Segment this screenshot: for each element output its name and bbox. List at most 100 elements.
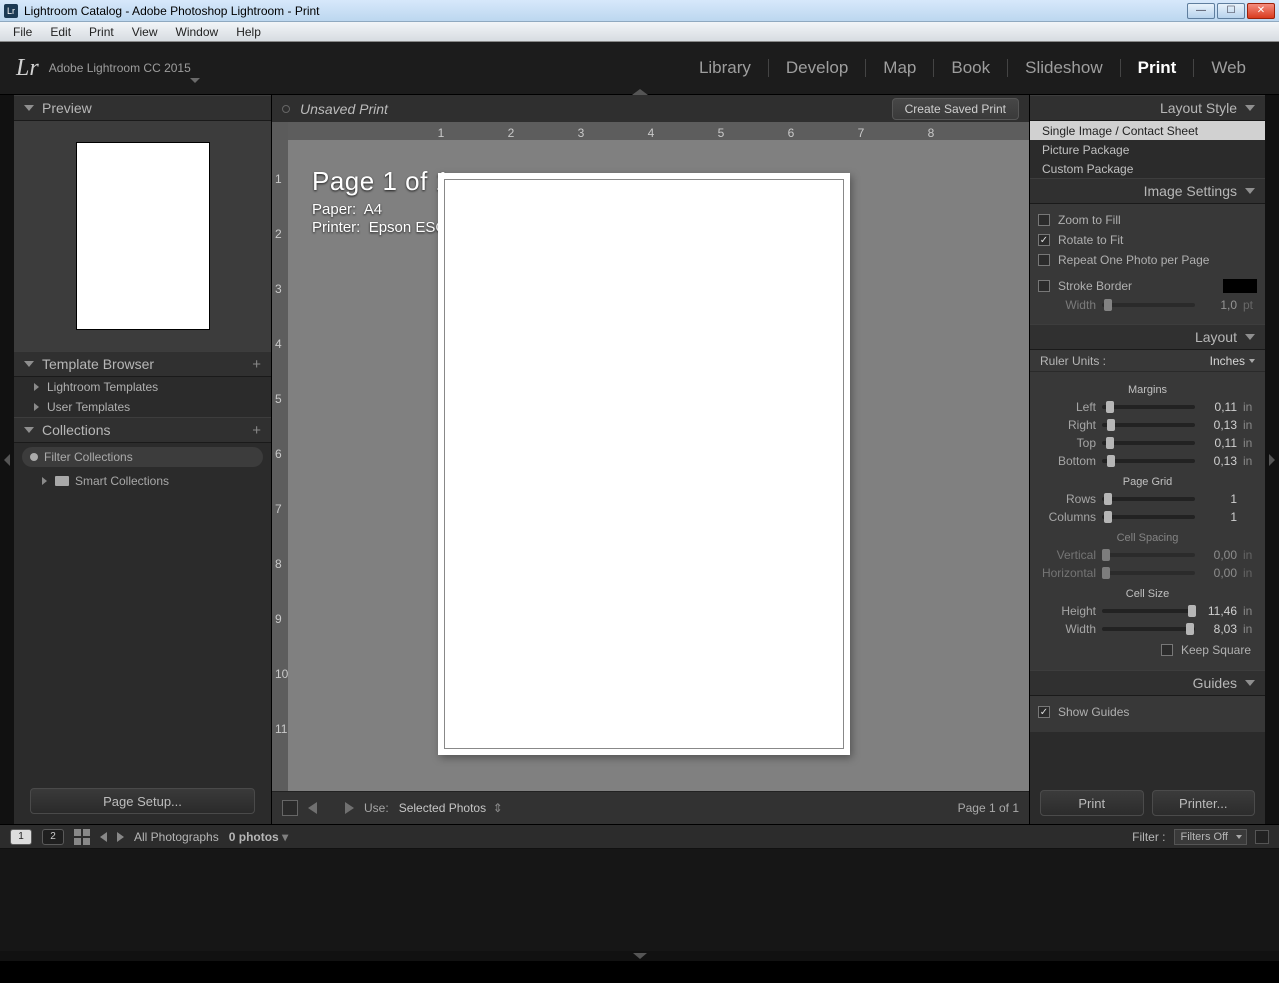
tree-user-templates[interactable]: User Templates: [14, 397, 271, 417]
module-tab-web[interactable]: Web: [1194, 58, 1263, 78]
module-picker-bar: Lr Adobe Lightroom CC 2015 LibraryDevelo…: [0, 42, 1279, 95]
layout-style-list: Single Image / Contact Sheet Picture Pac…: [1030, 121, 1265, 178]
margin-bottom-slider[interactable]: [1102, 459, 1195, 463]
add-collection-icon[interactable]: +: [252, 422, 261, 439]
print-canvas[interactable]: Page 1 of 1 Paper: A4 Printer: Epson ESC…: [288, 140, 1029, 791]
close-button[interactable]: ✕: [1247, 3, 1275, 19]
use-dropdown[interactable]: Selected Photos ⇕: [399, 801, 503, 815]
layout-style-custom-package[interactable]: Custom Package: [1030, 159, 1265, 178]
use-label: Use:: [364, 801, 389, 815]
image-settings-header[interactable]: Image Settings: [1030, 178, 1265, 204]
go-forward-button[interactable]: [117, 832, 124, 842]
create-saved-print-button[interactable]: Create Saved Print: [892, 98, 1019, 120]
filter-dropdown[interactable]: Filters Off: [1174, 829, 1247, 845]
folder-path-label[interactable]: All Photographs: [134, 830, 219, 844]
module-tab-print[interactable]: Print: [1121, 58, 1194, 78]
layout-style-picture-package[interactable]: Picture Package: [1030, 140, 1265, 159]
spacing-row: Vertical0,00in: [1038, 546, 1257, 564]
cellsize-row: Width8,03in: [1038, 620, 1257, 638]
window-title: Lightroom Catalog - Adobe Photoshop Ligh…: [24, 4, 320, 18]
right-panel-toggle[interactable]: [1265, 95, 1279, 824]
module-tab-map[interactable]: Map: [866, 58, 933, 78]
ruler-horizontal: 12345678: [288, 122, 1029, 140]
menu-window[interactable]: Window: [167, 25, 228, 39]
prev-page-button[interactable]: [308, 802, 326, 814]
spacing-horizontal-slider[interactable]: [1102, 571, 1195, 575]
rotate-to-fit-checkbox[interactable]: [1038, 234, 1050, 246]
module-tab-slideshow[interactable]: Slideshow: [1008, 58, 1120, 78]
guides-header[interactable]: Guides: [1030, 670, 1265, 696]
identity-plate-menu-icon[interactable]: [190, 78, 200, 83]
show-guides-checkbox[interactable]: [1038, 706, 1050, 718]
cellsize-height-slider[interactable]: [1102, 609, 1195, 613]
menu-view[interactable]: View: [123, 25, 167, 39]
margin-top-slider[interactable]: [1102, 441, 1195, 445]
preview-panel-header[interactable]: Preview: [14, 95, 271, 121]
menu-help[interactable]: Help: [227, 25, 270, 39]
unsaved-indicator-icon: [282, 105, 290, 113]
module-tabs: LibraryDevelopMapBookSlideshowPrintWeb: [682, 58, 1263, 78]
image-settings-body: Zoom to Fill Rotate to Fit Repeat One Ph…: [1030, 204, 1265, 324]
go-back-button[interactable]: [100, 832, 107, 842]
preview-panel: [14, 121, 271, 351]
filter-lock-button[interactable]: [1255, 830, 1269, 844]
maximize-button[interactable]: ☐: [1217, 3, 1245, 19]
dropdown-icon: [1249, 359, 1255, 363]
left-panel: Preview Template Browser+ Lightroom Temp…: [14, 95, 272, 824]
module-tab-develop[interactable]: Develop: [769, 58, 865, 78]
stroke-color-swatch[interactable]: [1223, 279, 1257, 293]
layout-style-single[interactable]: Single Image / Contact Sheet: [1030, 121, 1265, 140]
template-browser-header[interactable]: Template Browser+: [14, 351, 271, 377]
minimize-button[interactable]: —: [1187, 3, 1215, 19]
pagegrid-columns-slider[interactable]: [1102, 515, 1195, 519]
secondary-display-1-button[interactable]: 1: [10, 829, 32, 845]
next-page-button[interactable]: [336, 802, 354, 814]
preview-thumbnail: [76, 142, 210, 330]
margin-right-slider[interactable]: [1102, 423, 1195, 427]
stroke-border-checkbox[interactable]: [1038, 280, 1050, 292]
margin-row: Left0,11in: [1038, 398, 1257, 416]
tree-smart-collections[interactable]: Smart Collections: [14, 471, 271, 491]
left-panel-toggle[interactable]: [0, 95, 14, 824]
ruler-corner: [272, 122, 288, 140]
filmstrip-strip[interactable]: [0, 849, 1279, 951]
menu-print[interactable]: Print: [80, 25, 123, 39]
margin-left-slider[interactable]: [1102, 405, 1195, 409]
panel-group-toggle-icon[interactable]: [632, 89, 648, 95]
spacing-row: Horizontal0,00in: [1038, 564, 1257, 582]
zoom-to-fill-checkbox[interactable]: [1038, 214, 1050, 226]
layout-body: Margins Left0,11inRight0,13inTop0,11inBo…: [1030, 372, 1265, 670]
ruler-units-row[interactable]: Ruler Units : Inches: [1030, 350, 1265, 372]
add-template-icon[interactable]: +: [252, 356, 261, 373]
print-button[interactable]: Print: [1040, 790, 1144, 816]
keep-square-checkbox[interactable]: [1161, 644, 1173, 656]
grid-view-icon[interactable]: [74, 829, 90, 845]
filmstrip-toolbar: 1 2 All Photographs 0 photos ▾ Filter : …: [0, 825, 1279, 849]
secondary-display-2-button[interactable]: 2: [42, 829, 64, 845]
layout-style-header[interactable]: Layout Style: [1030, 95, 1265, 121]
right-panel: Layout Style Single Image / Contact Shee…: [1029, 95, 1265, 824]
collections-header[interactable]: Collections+: [14, 417, 271, 443]
repeat-one-photo-checkbox[interactable]: [1038, 254, 1050, 266]
stroke-width-slider[interactable]: [1102, 303, 1195, 307]
module-tab-library[interactable]: Library: [682, 58, 768, 78]
photo-count-label[interactable]: 0 photos ▾: [229, 830, 288, 844]
menu-file[interactable]: File: [4, 25, 41, 39]
version-label: Adobe Lightroom CC 2015: [49, 61, 191, 75]
module-tab-book[interactable]: Book: [934, 58, 1007, 78]
cellsize-width-slider[interactable]: [1102, 627, 1195, 631]
tree-lightroom-templates[interactable]: Lightroom Templates: [14, 377, 271, 397]
pagegrid-rows-slider[interactable]: [1102, 497, 1195, 501]
ruler-vertical: 1234567891011: [272, 140, 288, 791]
margin-row: Top0,11in: [1038, 434, 1257, 452]
filter-collections-input[interactable]: Filter Collections: [22, 447, 263, 467]
printer-button[interactable]: Printer...: [1152, 790, 1256, 816]
filmstrip-toggle[interactable]: [0, 951, 1279, 961]
menu-edit[interactable]: Edit: [41, 25, 80, 39]
print-page: [438, 173, 850, 755]
page-setup-button[interactable]: Page Setup...: [30, 788, 255, 814]
select-toggle-button[interactable]: [282, 800, 298, 816]
folder-icon: [55, 476, 69, 486]
layout-header[interactable]: Layout: [1030, 324, 1265, 350]
spacing-vertical-slider[interactable]: [1102, 553, 1195, 557]
